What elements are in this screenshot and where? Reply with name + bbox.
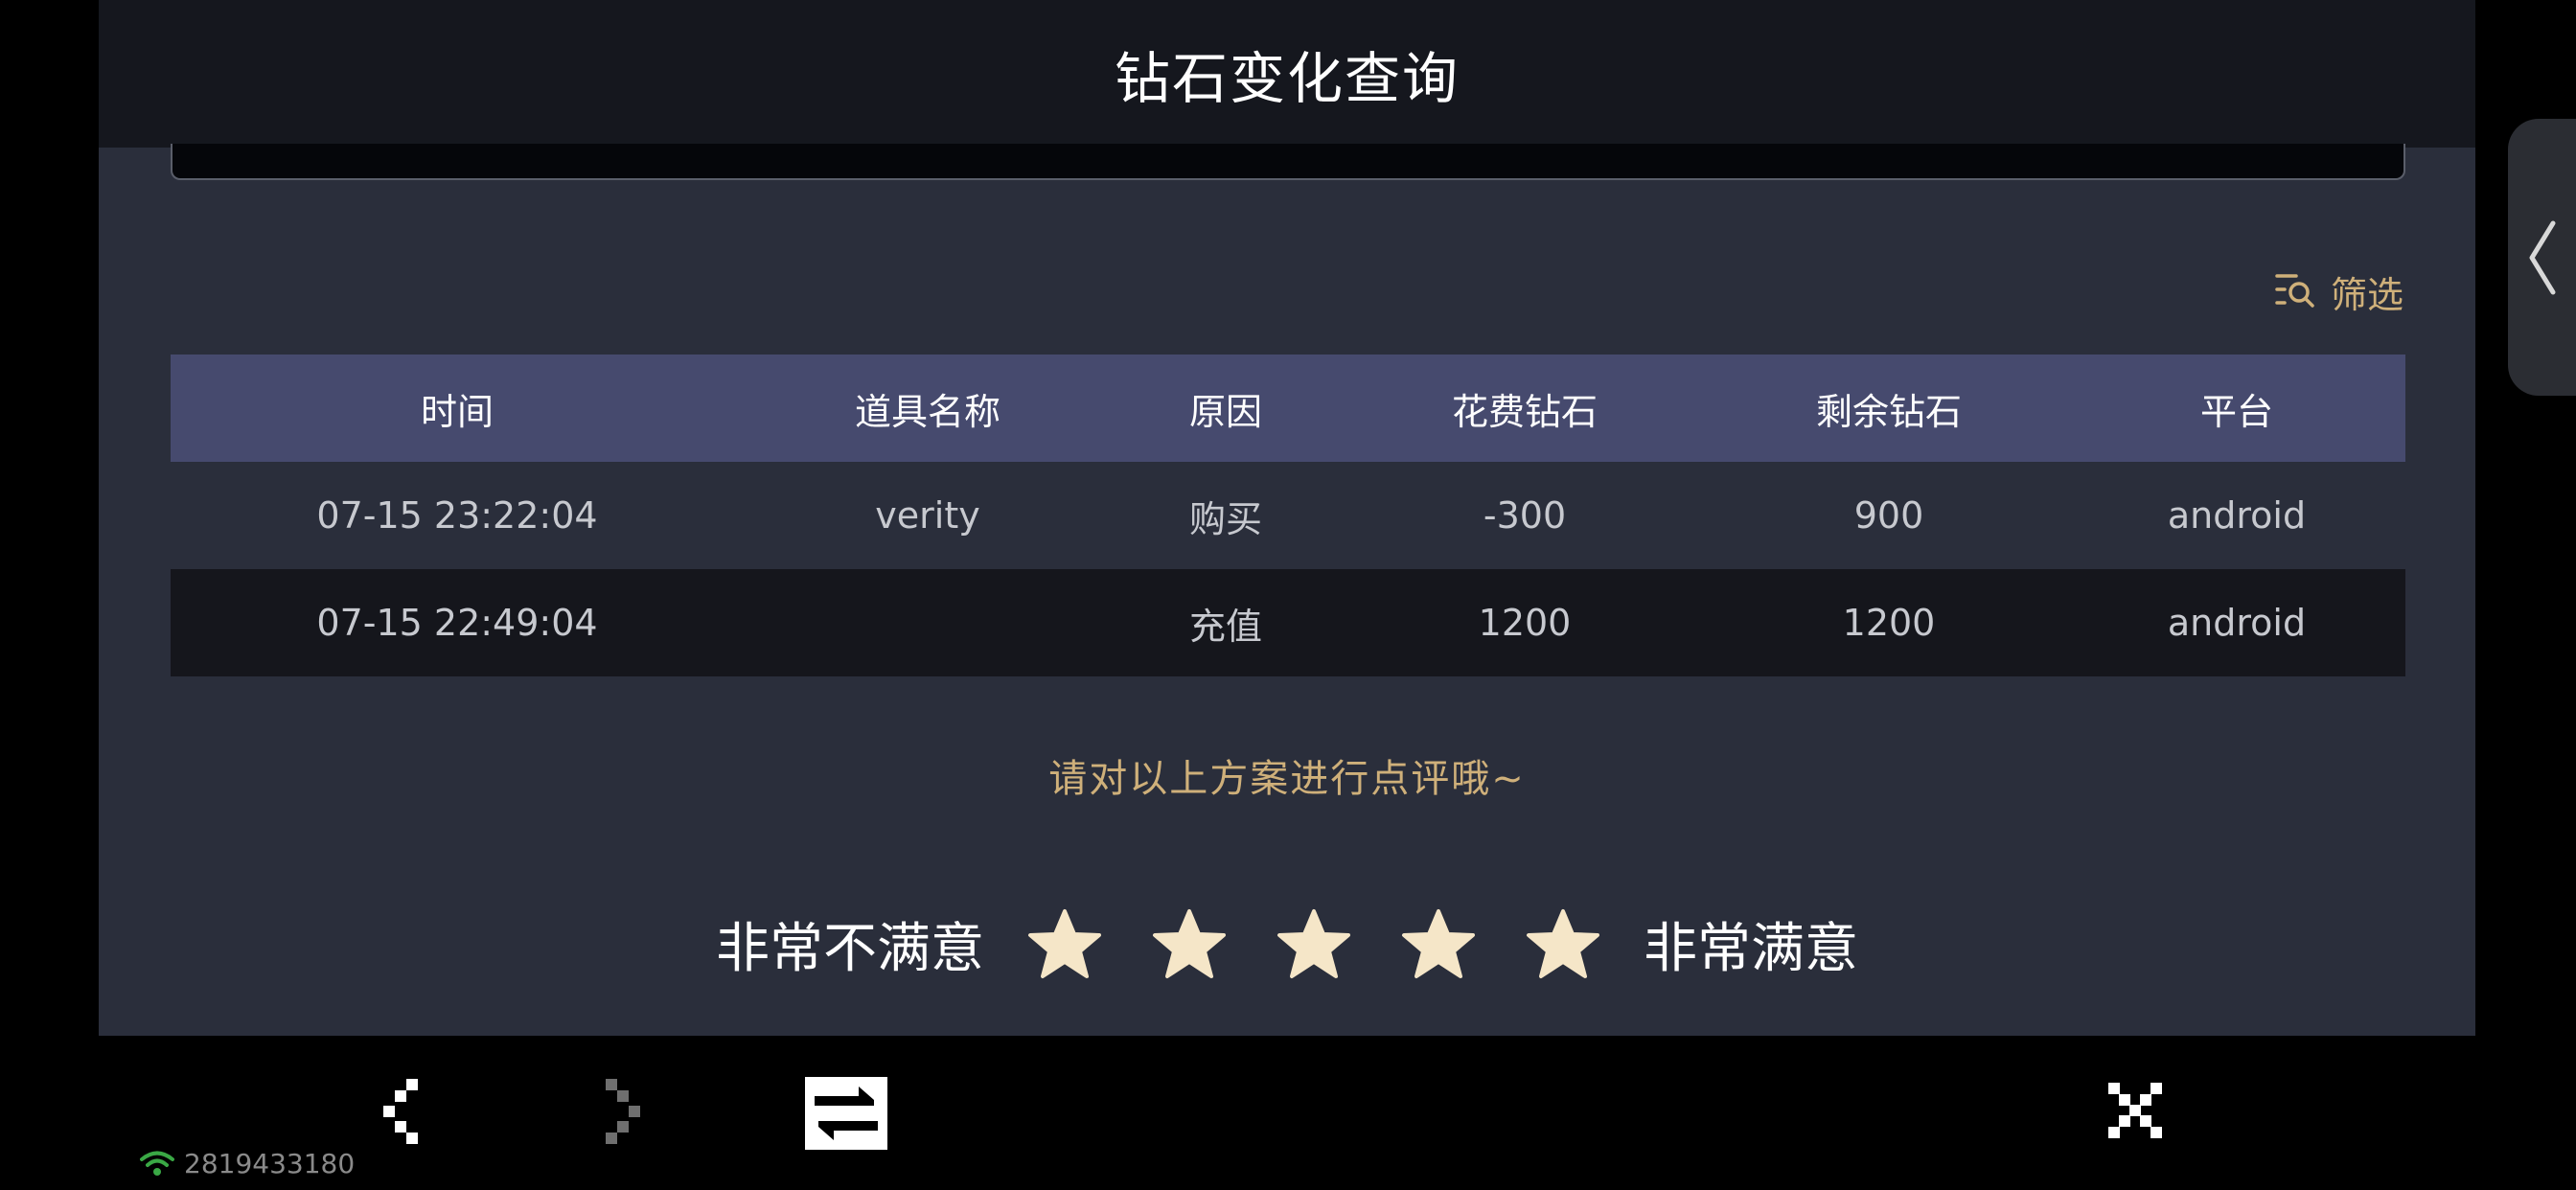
cell-platform: android xyxy=(2167,602,2307,644)
main-panel: 钻石变化查询 筛选 时间 道具名称 原因 花费钻石 剩余钻石 平台 07-15 … xyxy=(99,0,2475,1036)
cell-reason: 购买 xyxy=(1188,497,1262,540)
table-header-row: 时间 道具名称 原因 花费钻石 剩余钻石 平台 xyxy=(171,355,2405,462)
column-header-platform: 平台 xyxy=(2199,390,2273,433)
filter-search-icon xyxy=(2275,270,2317,312)
side-drawer-toggle[interactable] xyxy=(2508,119,2576,396)
column-header-time: 时间 xyxy=(420,390,494,433)
cell-remaining-diamonds: 900 xyxy=(1853,494,1924,537)
cell-reason: 充值 xyxy=(1188,605,1262,648)
table-row: 07-15 23:22:04 verity 购买 -300 900 androi… xyxy=(171,462,2405,569)
diamond-records-table: 时间 道具名称 原因 花费钻石 剩余钻石 平台 07-15 23:22:04 v… xyxy=(171,355,2405,676)
rating-high-label: 非常满意 xyxy=(1644,918,1858,980)
column-header-remaining-diamonds: 剩余钻石 xyxy=(1815,390,1962,433)
cell-remaining-diamonds: 1200 xyxy=(1842,602,1936,644)
column-header-reason: 原因 xyxy=(1188,390,1262,433)
cell-spent-diamonds: -300 xyxy=(1483,494,1567,537)
cell-time: 07-15 22:49:04 xyxy=(316,602,598,644)
forward-button[interactable] xyxy=(604,1077,654,1146)
star-icon[interactable] xyxy=(1026,906,1103,983)
wifi-icon xyxy=(140,1151,174,1176)
column-header-spent-diamonds: 花费钻石 xyxy=(1451,390,1598,433)
chevron-left-icon xyxy=(2529,220,2555,294)
page: 钻石变化查询 筛选 时间 道具名称 原因 花费钻石 剩余钻石 平台 07-15 … xyxy=(0,0,2576,1190)
star-rating xyxy=(1026,906,1601,983)
star-icon[interactable] xyxy=(1151,906,1228,983)
filter-button[interactable]: 筛选 xyxy=(2275,264,2404,318)
header-bar: 钻石变化查询 xyxy=(99,0,2475,148)
table-row: 07-15 22:49:04 充值 1200 1200 android xyxy=(171,569,2405,676)
cell-spent-diamonds: 1200 xyxy=(1478,602,1572,644)
status-indicator: 2819433180 xyxy=(138,1144,355,1182)
cell-time: 07-15 23:22:04 xyxy=(316,494,598,537)
top-content-box xyxy=(171,144,2405,180)
cell-platform: android xyxy=(2167,494,2307,537)
close-button[interactable] xyxy=(2108,1083,2162,1138)
device-id: 2819433180 xyxy=(184,1147,356,1179)
star-icon[interactable] xyxy=(1525,906,1601,983)
cell-item-name: verity xyxy=(875,494,980,537)
rating-bar: 非常不满意 非常满意 xyxy=(99,905,2475,983)
column-header-item-name: 道具名称 xyxy=(854,390,1000,433)
refresh-button[interactable] xyxy=(805,1077,887,1150)
rating-low-label: 非常不满意 xyxy=(716,918,984,980)
page-title: 钻石变化查询 xyxy=(1114,46,1460,111)
star-icon[interactable] xyxy=(1400,906,1477,983)
filter-label: 筛选 xyxy=(2331,273,2404,316)
star-icon[interactable] xyxy=(1276,906,1352,983)
rating-prompt: 请对以上方案进行点评哦~ xyxy=(1048,757,1526,801)
back-button[interactable] xyxy=(381,1077,431,1146)
